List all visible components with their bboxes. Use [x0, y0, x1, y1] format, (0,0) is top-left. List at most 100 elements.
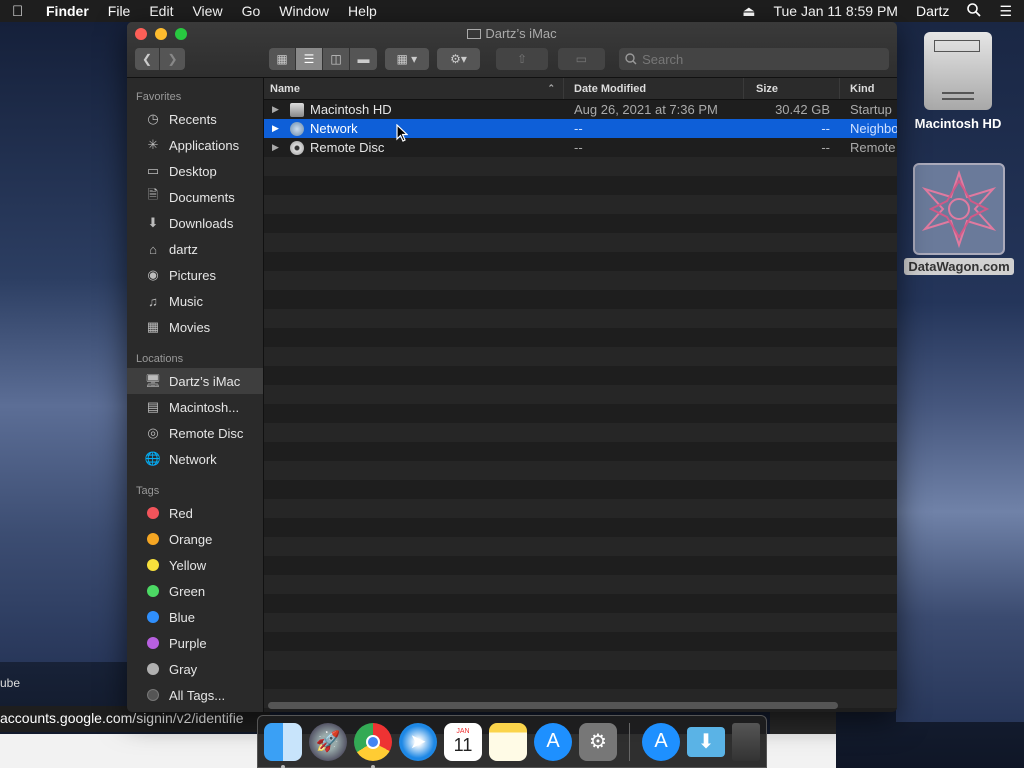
disc-icon: ◎	[147, 425, 159, 440]
computer-icon	[467, 29, 482, 39]
sidebar-item-music[interactable]: ♫ Music	[127, 288, 263, 314]
column-header-kind[interactable]: Kind	[840, 78, 897, 99]
apple-menu-icon[interactable]: 	[12, 3, 28, 20]
group-by-button[interactable]: ▦ ▾	[385, 48, 429, 70]
document-icon: 🗎	[147, 187, 159, 202]
menu-view[interactable]: View	[192, 3, 222, 19]
window-content: Favorites ◷ Recents ✳ Applications ▭ Deskto…	[127, 78, 897, 712]
desktop-macintosh-hd[interactable]: Macintosh HD	[912, 32, 1004, 131]
dock-chrome-icon[interactable]	[354, 722, 392, 768]
sidebar-item-downloads[interactable]: ⬇ Downloads	[127, 210, 263, 236]
sidebar-item-home[interactable]: ⌂ dartz	[127, 236, 263, 262]
finder-toolbar: ❮ ❯ ▦ ☰ ◫ ▬ ▦ ▾ ⚙ ▾ ⇧ ▭	[135, 48, 889, 70]
dock-trash-icon[interactable]	[732, 722, 760, 761]
dock-finder-icon[interactable]	[264, 722, 302, 768]
column-header-size[interactable]: Size	[744, 78, 840, 99]
dock-launchpad-icon[interactable]: 🚀	[309, 722, 347, 761]
sidebar-tag-red[interactable]: Red	[127, 500, 263, 526]
table-row[interactable]: ▶ Network -- -- Neighbo	[264, 119, 897, 138]
sidebar-tag-blue[interactable]: Blue	[127, 604, 263, 630]
sidebar-tag-gray[interactable]: Gray	[127, 656, 263, 682]
sidebar-tag-purple[interactable]: Purple	[127, 630, 263, 656]
purple-tag-dot-icon	[147, 637, 159, 649]
disclosure-triangle-icon[interactable]: ▶	[272, 142, 282, 153]
column-headers: Name ⌃ Date Modified Size Kind	[264, 78, 897, 100]
all-tags-icon	[147, 689, 159, 701]
finder-window: Dartz’s iMac ❮ ❯ ▦ ☰ ◫ ▬ ▦ ▾ ⚙ ▾ ⇧ ▭ Sea…	[127, 22, 897, 712]
red-tag-dot-icon	[147, 507, 159, 519]
menu-finder[interactable]: Finder	[46, 3, 89, 19]
sidebar-item-remote-disc[interactable]: ◎ Remote Disc	[127, 420, 263, 446]
dock-applications-folder-icon[interactable]: A	[642, 722, 680, 761]
file-rows: ▶ Macintosh HD Aug 26, 2021 at 7:36 PM 30…	[264, 100, 897, 712]
menu-window[interactable]: Window	[279, 3, 329, 19]
sidebar-tag-yellow[interactable]: Yellow	[127, 552, 263, 578]
search-icon	[625, 53, 637, 65]
column-header-date[interactable]: Date Modified	[564, 78, 744, 99]
table-row[interactable]: ▶ Macintosh HD Aug 26, 2021 at 7:36 PM 30…	[264, 100, 897, 119]
list-view-button[interactable]: ☰	[296, 48, 323, 70]
search-input[interactable]	[642, 51, 883, 67]
action-gear-button[interactable]: ⚙ ▾	[436, 48, 481, 70]
file-list: Name ⌃ Date Modified Size Kind ▶ Macintosh…	[264, 78, 897, 712]
dock-separator	[629, 722, 630, 761]
sidebar-item-documents[interactable]: 🗎 Documents	[127, 184, 263, 210]
sidebar-item-movies[interactable]: ▦ Movies	[127, 314, 263, 340]
clock-icon: ◷	[147, 111, 159, 126]
notification-center-icon[interactable]: ☰	[999, 3, 1012, 20]
view-switcher: ▦ ☰ ◫ ▬	[269, 48, 377, 70]
camera-icon: ◉	[147, 267, 159, 282]
dock-notes-icon[interactable]	[489, 722, 527, 761]
sidebar-item-macintosh-hd[interactable]: ▤ Macintosh...	[127, 394, 263, 420]
menubar-user[interactable]: Dartz	[916, 3, 949, 19]
column-header-name[interactable]: Name ⌃	[264, 78, 564, 99]
background-window-text: ube	[0, 676, 21, 690]
dock-downloads-folder-icon[interactable]: ⬇	[687, 726, 725, 757]
search-field[interactable]	[619, 48, 889, 70]
window-titlebar[interactable]: Dartz’s iMac ❮ ❯ ▦ ☰ ◫ ▬ ▦ ▾ ⚙ ▾ ⇧ ▭	[127, 22, 897, 78]
sidebar-item-network[interactable]: 🌐 Network	[127, 446, 263, 472]
dock-safari-icon[interactable]: ➤	[399, 722, 437, 761]
sidebar-item-imac[interactable]: 🖥 Dartz’s iMac	[127, 368, 263, 394]
mouse-pointer-icon	[396, 124, 408, 142]
menu-edit[interactable]: Edit	[149, 3, 173, 19]
blue-tag-dot-icon	[147, 611, 159, 623]
sidebar-tag-green[interactable]: Green	[127, 578, 263, 604]
share-button[interactable]: ⇧	[496, 48, 548, 70]
dock-calendar-icon[interactable]: JAN 11	[444, 722, 482, 761]
forward-button[interactable]: ❯	[160, 48, 185, 70]
green-tag-dot-icon	[147, 585, 159, 597]
dock-system-preferences-icon[interactable]: ⚙	[579, 722, 617, 761]
sidebar-favorites-header: Favorites	[136, 91, 182, 103]
sidebar-tag-orange[interactable]: Orange	[127, 526, 263, 552]
disclosure-triangle-icon[interactable]: ▶	[272, 123, 282, 134]
tags-button[interactable]: ▭	[557, 48, 606, 70]
spotlight-search-icon[interactable]	[967, 2, 982, 20]
sidebar-item-desktop[interactable]: ▭ Desktop	[127, 158, 263, 184]
computer-icon: 🖥	[144, 373, 162, 388]
sidebar-item-pictures[interactable]: ◉ Pictures	[127, 262, 263, 288]
dock-app-store-icon[interactable]: A	[534, 722, 572, 761]
share-icon: ⇧	[516, 52, 527, 66]
disclosure-triangle-icon[interactable]: ▶	[272, 104, 282, 115]
tag-icon: ▭	[575, 52, 588, 66]
sidebar-item-recents[interactable]: ◷ Recents	[127, 106, 263, 132]
sidebar-item-applications[interactable]: ✳ Applications	[127, 132, 263, 158]
desktop-hd-label: Macintosh HD	[914, 116, 1002, 131]
horizontal-scrollbar[interactable]	[268, 702, 838, 709]
menu-go[interactable]: Go	[242, 3, 261, 19]
gallery-view-button[interactable]: ▬	[350, 48, 377, 70]
disc-icon	[290, 140, 304, 155]
eject-icon[interactable]: ⏏	[742, 3, 755, 20]
table-row[interactable]: ▶ Remote Disc -- -- Remote	[264, 138, 897, 157]
desktop-datawagon[interactable]: DataWagon.com	[903, 163, 1015, 275]
applications-icon: ✳	[147, 137, 159, 152]
back-button[interactable]: ❮	[135, 48, 160, 70]
icon-view-button[interactable]: ▦	[269, 48, 296, 70]
column-view-button[interactable]: ◫	[323, 48, 350, 70]
desktop-icon: ▭	[146, 163, 160, 178]
menu-file[interactable]: File	[108, 3, 131, 19]
menu-help[interactable]: Help	[348, 3, 377, 19]
menubar-clock[interactable]: Tue Jan 11 8:59 PM	[773, 3, 898, 19]
sidebar-all-tags[interactable]: All Tags...	[127, 682, 263, 708]
